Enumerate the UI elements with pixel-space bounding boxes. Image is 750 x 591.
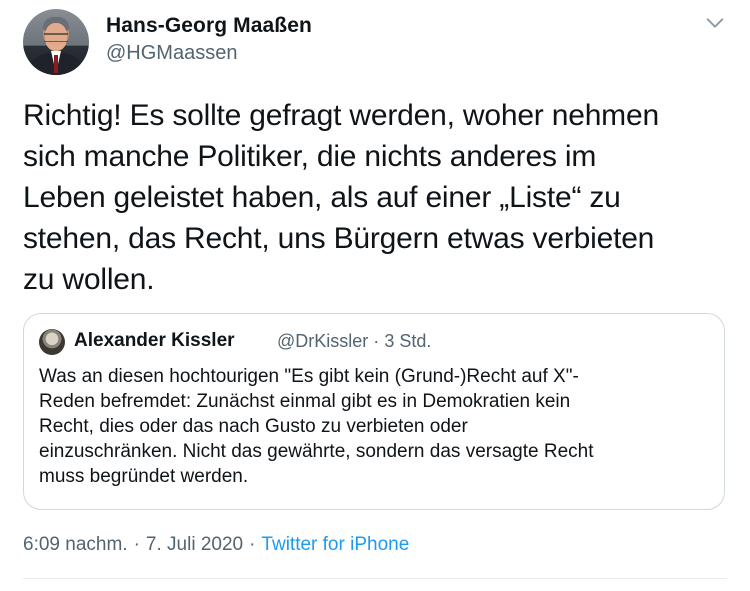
tweet-text-line: Leben geleistet haben, als auf einer „Li…	[23, 181, 621, 214]
tweet-text-line: sich manche Politiker, die nichts andere…	[23, 140, 597, 173]
quoted-text-line: Was an diesen hochtourigen "Es gibt kein…	[39, 366, 579, 387]
quoted-time: 3 Std.	[384, 331, 432, 351]
tweet-text-line: Richtig! Es sollte gefragt werden, woher…	[23, 99, 659, 132]
quoted-tweet[interactable]: Alexander Kissler @DrKissler · 3 Std. Wa…	[23, 313, 725, 510]
quoted-separator: ·	[373, 331, 380, 351]
quoted-meta: @DrKissler · 3 Std.	[277, 331, 431, 352]
footer-separator: ·	[133, 534, 140, 555]
quoted-text-line: Recht, dies oder das nach Gusto zu verbi…	[39, 416, 468, 437]
quoted-text-line: Reden befremdet: Zunächst einmal gibt es…	[39, 391, 571, 412]
tweet-date[interactable]: 7. Juli 2020	[146, 534, 243, 555]
author-display-name[interactable]: Hans-Georg Maaßen	[106, 14, 312, 38]
quoted-text-line: muss begründet werden.	[39, 466, 249, 487]
chevron-down-icon[interactable]	[704, 12, 726, 34]
author-avatar[interactable]	[23, 9, 89, 75]
footer-separator: ·	[249, 534, 256, 555]
tweet-time[interactable]: 6:09 nachm.	[23, 534, 128, 555]
tweet-text-line: zu wollen.	[23, 263, 155, 296]
tweet-text: Richtig! Es sollte gefragt werden, woher…	[23, 95, 733, 300]
tweet-text-line: stehen, das Recht, uns Bürgern etwas ver…	[23, 222, 655, 255]
quoted-author-avatar	[39, 329, 65, 355]
quoted-text-line: einzuschränken. Nicht das gewährte, sond…	[39, 441, 594, 462]
divider	[23, 578, 727, 579]
quoted-text: Was an diesen hochtourigen "Es gibt kein…	[39, 364, 719, 489]
tweet-footer: 6:09 nachm. · 7. Juli 2020 · Twitter for iPh…	[23, 534, 409, 556]
quoted-author-display-name: Alexander Kissler	[74, 330, 235, 351]
author-handle[interactable]: @HGMaassen	[106, 42, 237, 65]
tweet-source-link[interactable]: Twitter for iPhone	[261, 534, 409, 555]
quoted-author-handle: @DrKissler	[277, 331, 369, 351]
